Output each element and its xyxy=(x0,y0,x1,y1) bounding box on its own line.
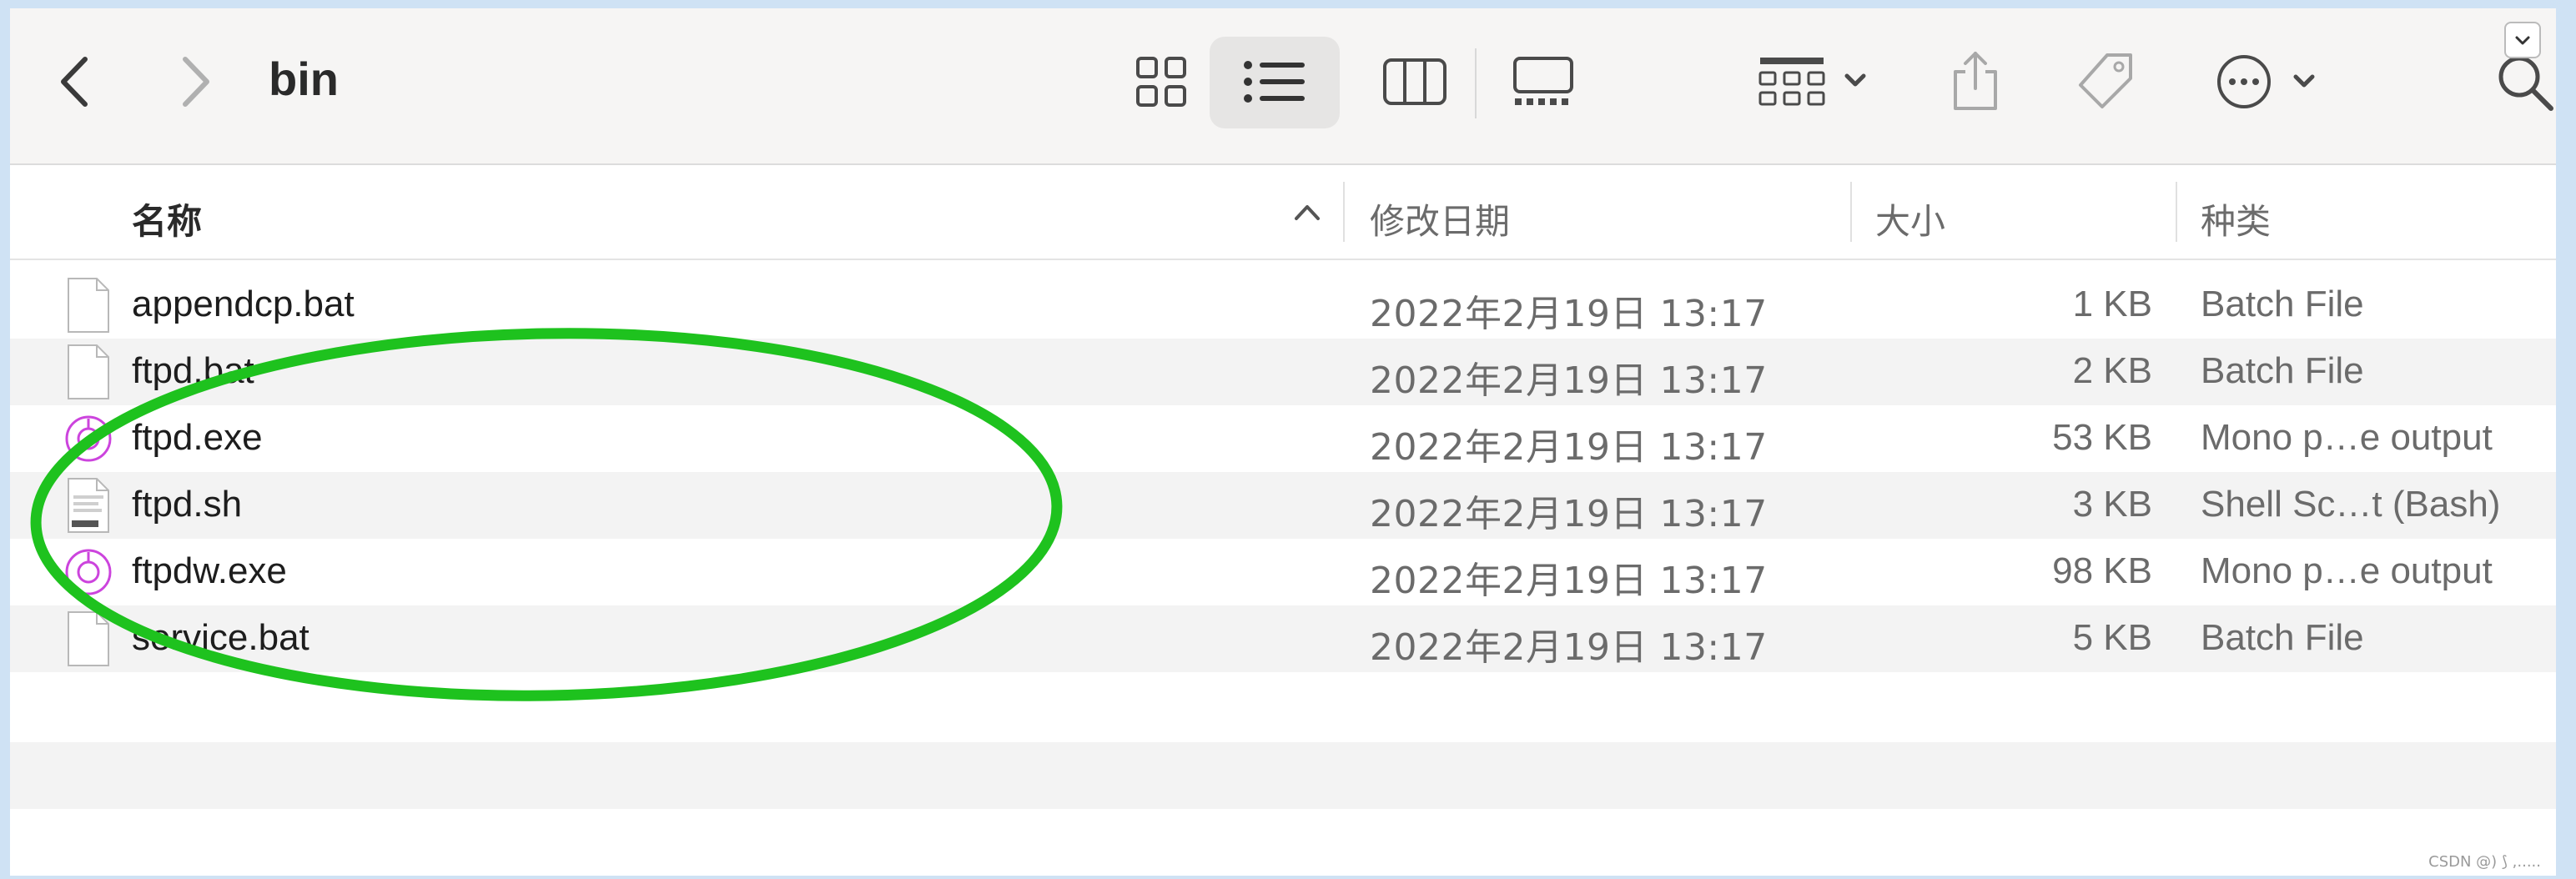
share-button[interactable] xyxy=(1942,48,2009,115)
chevron-right-icon xyxy=(183,57,209,107)
file-size: 1 KB xyxy=(2072,284,2152,324)
column-header-date[interactable]: 修改日期 xyxy=(1370,193,1510,244)
list-view-button[interactable] xyxy=(1241,48,1308,115)
file-row[interactable]: ftpd.sh 2022年2月19日 13:17 3 KB Shell Sc…t… xyxy=(10,472,2556,539)
column-divider[interactable] xyxy=(1343,182,1345,242)
group-icon xyxy=(1758,58,1866,106)
more-icon xyxy=(2217,55,2315,108)
empty-row-stripe xyxy=(10,742,2556,809)
list-view-icon xyxy=(1244,61,1305,103)
document-icon xyxy=(68,344,109,399)
column-view-icon xyxy=(1383,58,1446,105)
file-size: 53 KB xyxy=(2052,417,2152,458)
icon-view-button[interactable] xyxy=(1128,48,1195,115)
column-divider[interactable] xyxy=(2176,182,2177,242)
file-date: 2022年2月19日 13:17 xyxy=(1370,359,1768,402)
document-icon xyxy=(68,278,109,333)
file-name: service.bat xyxy=(132,617,309,658)
file-date: 2022年2月19日 13:17 xyxy=(1370,293,1768,335)
shell-script-icon xyxy=(68,478,109,533)
group-button[interactable] xyxy=(1753,48,1879,115)
file-size: 5 KB xyxy=(2072,617,2152,658)
file-kind: Batch File xyxy=(2201,284,2364,324)
sort-ascending-icon xyxy=(1295,205,1320,220)
tag-button[interactable] xyxy=(2072,48,2139,115)
file-kind: Batch File xyxy=(2201,617,2364,658)
file-size: 98 KB xyxy=(2052,550,2152,591)
file-kind: Mono p…e output xyxy=(2201,550,2493,591)
window-title: bin xyxy=(269,53,339,105)
file-date: 2022年2月19日 13:17 xyxy=(1370,560,1768,602)
chevron-left-icon xyxy=(61,57,88,107)
forward-button[interactable] xyxy=(160,48,227,115)
tag-icon xyxy=(2079,53,2132,108)
file-row[interactable]: ftpd.exe 2022年2月19日 13:17 53 KB Mono p…e… xyxy=(10,405,2556,472)
chevron-down-icon xyxy=(2515,36,2530,45)
file-date: 2022年2月19日 13:17 xyxy=(1370,626,1768,669)
toolbar-overflow-button[interactable] xyxy=(2504,22,2541,58)
file-row[interactable]: appendcp.bat 2022年2月19日 13:17 1 KB Batch… xyxy=(10,272,2556,339)
file-row[interactable]: ftpdw.exe 2022年2月19日 13:17 98 KB Mono p…… xyxy=(10,539,2556,605)
file-name: ftpd.exe xyxy=(132,417,263,458)
file-date: 2022年2月19日 13:17 xyxy=(1370,493,1768,535)
toolbar: bin xyxy=(10,8,2556,165)
file-kind: Batch File xyxy=(2201,350,2364,391)
toolbar-separator xyxy=(1475,48,1477,118)
file-name: ftpd.bat xyxy=(132,350,254,391)
mono-exe-icon xyxy=(65,549,112,595)
column-header-size[interactable]: 大小 xyxy=(1875,193,1945,244)
file-name: ftpd.sh xyxy=(132,484,243,525)
finder-window: bin 名称 修改日期 大小 种类 appendcp.bat 2022年2月19… xyxy=(10,8,2556,876)
file-size: 2 KB xyxy=(2072,350,2152,391)
back-button[interactable] xyxy=(43,48,110,115)
share-icon xyxy=(1954,52,1997,110)
column-view-button[interactable] xyxy=(1381,48,1448,115)
watermark: CSDN @) ⟆ ,..... xyxy=(2428,853,2541,871)
file-row[interactable]: service.bat 2022年2月19日 13:17 5 KB Batch … xyxy=(10,605,2556,672)
column-header-kind[interactable]: 种类 xyxy=(2201,193,2271,244)
file-list: appendcp.bat 2022年2月19日 13:17 1 KB Batch… xyxy=(10,272,2556,672)
column-header-name[interactable]: 名称 xyxy=(132,193,202,244)
file-date: 2022年2月19日 13:17 xyxy=(1370,426,1768,469)
document-icon xyxy=(68,611,109,666)
mono-exe-icon xyxy=(65,415,112,462)
gallery-view-icon xyxy=(1513,57,1573,105)
column-header-row: 名称 修改日期 大小 种类 xyxy=(10,165,2556,260)
file-kind: Shell Sc…t (Bash) xyxy=(2201,484,2501,525)
file-name: appendcp.bat xyxy=(132,284,355,324)
file-row[interactable]: ftpd.bat 2022年2月19日 13:17 2 KB Batch Fil… xyxy=(10,339,2556,405)
gallery-view-button[interactable] xyxy=(1510,48,1577,115)
file-name: ftpdw.exe xyxy=(132,550,287,591)
file-size: 3 KB xyxy=(2072,484,2152,525)
column-divider[interactable] xyxy=(1850,182,1852,242)
grid-view-icon xyxy=(1136,57,1186,107)
file-kind: Mono p…e output xyxy=(2201,417,2493,458)
more-actions-button[interactable] xyxy=(2212,48,2329,115)
